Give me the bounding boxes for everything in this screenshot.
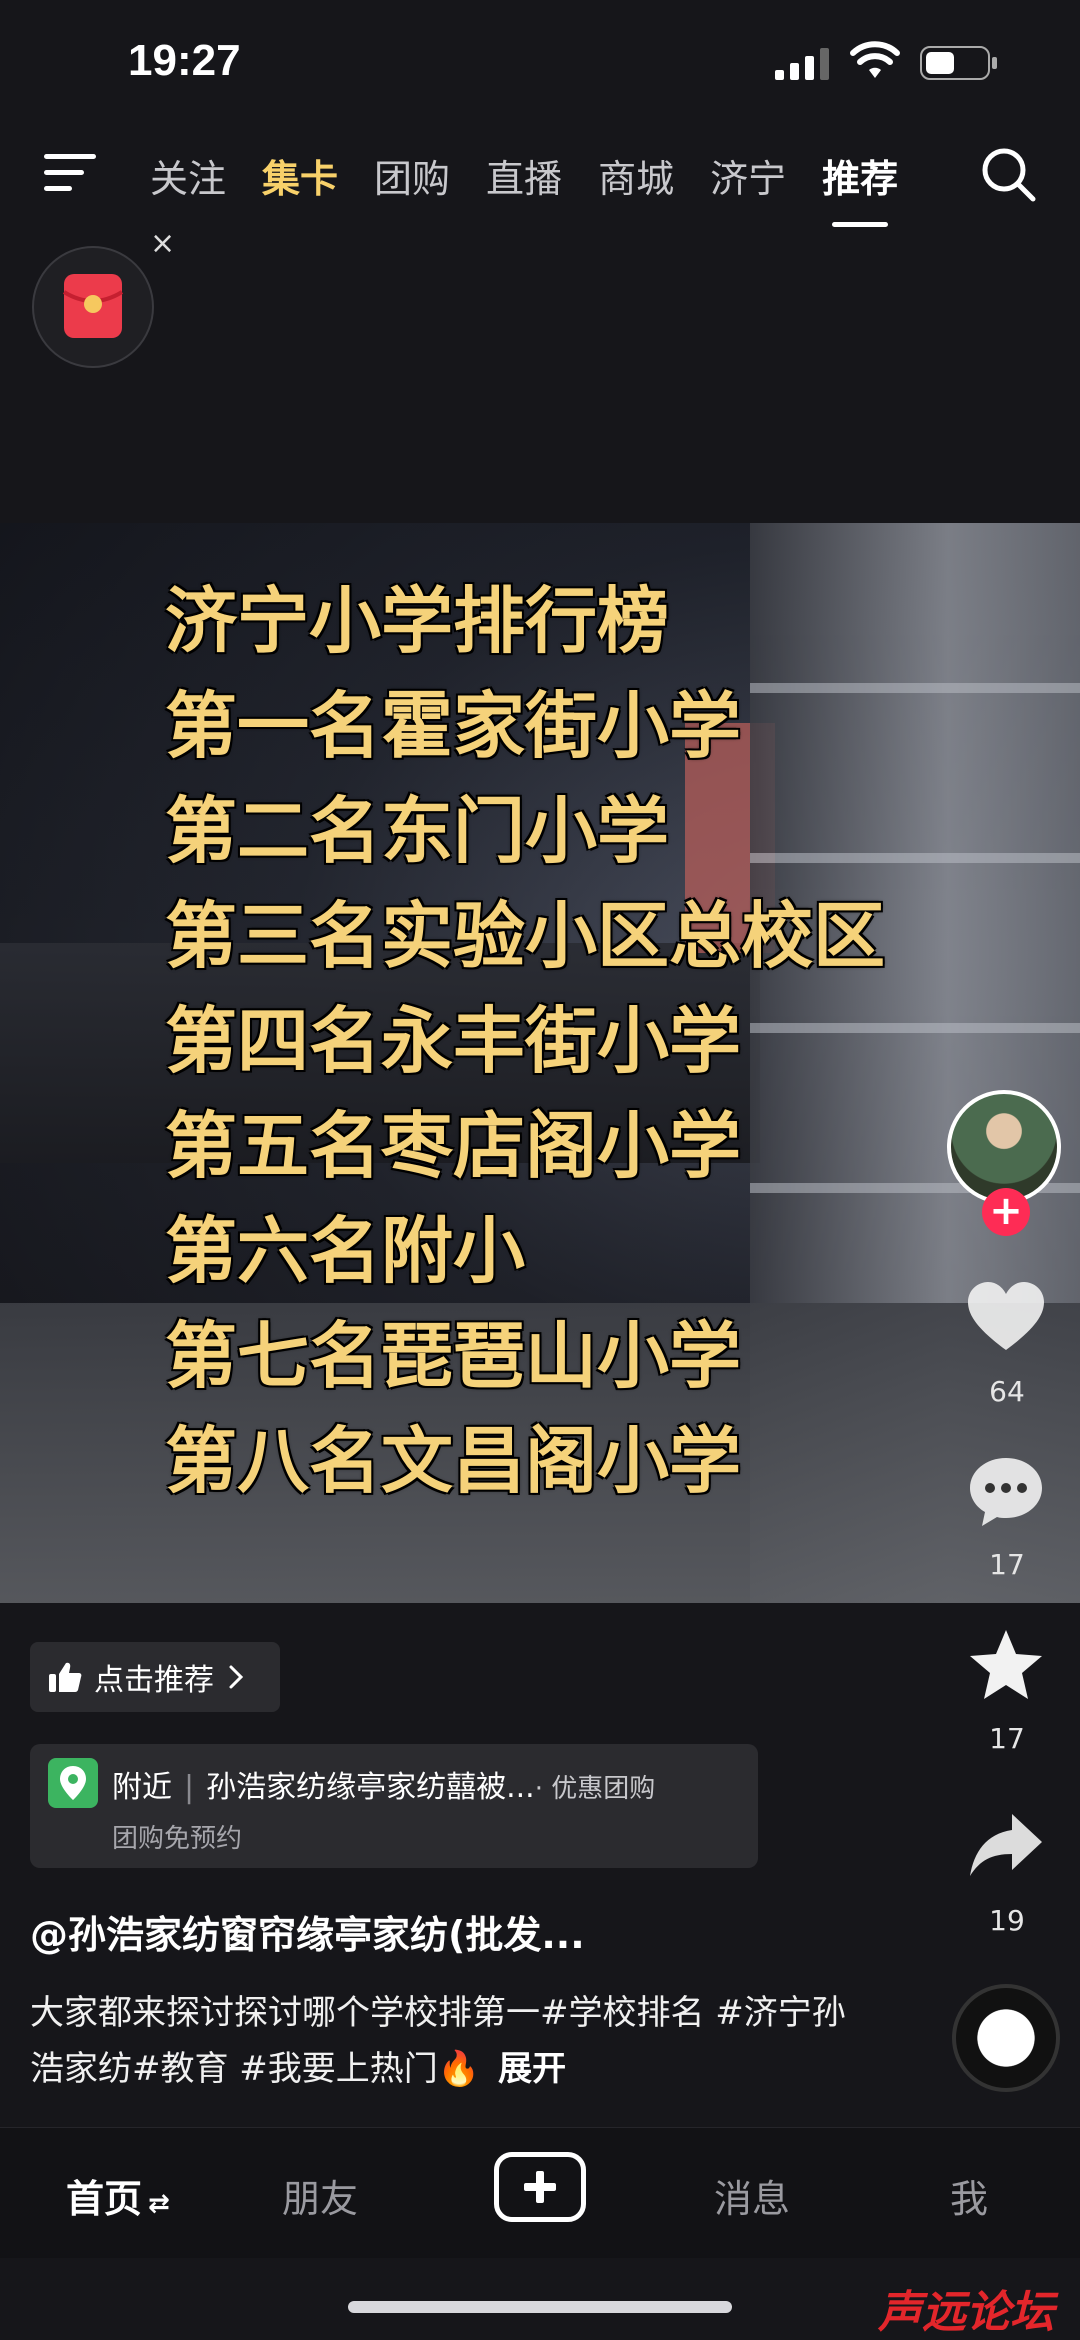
red-envelope-icon xyxy=(62,274,124,338)
location-card[interactable]: 附近 | 孙浩家纺缘亭家纺囍被...· 优惠团购 团购免预约 xyxy=(30,1744,758,1868)
location-subtext: 团购免预约 xyxy=(112,1824,243,1854)
status-time: 19:27 xyxy=(128,36,241,85)
ranking-line: 第二名东门小学 xyxy=(165,789,670,873)
share-icon[interactable] xyxy=(966,1806,1046,1886)
heart-icon[interactable] xyxy=(966,1278,1046,1358)
nav-home-label: 首页 xyxy=(66,2177,143,2221)
video-player[interactable]: 济宁小学排行榜 第一名霍家街小学 第二名东门小学 第三名实验小区总校区 第四名永… xyxy=(0,523,1080,1603)
cellular-signal-icon xyxy=(775,48,829,80)
close-icon[interactable]: × xyxy=(150,226,175,261)
recommend-label: 点击推荐 xyxy=(94,1663,214,1698)
wifi-icon xyxy=(850,41,900,78)
tab-live[interactable]: 直播 xyxy=(486,148,562,203)
ranking-line: 第三名实验小区总校区 xyxy=(165,894,886,978)
red-packet-widget[interactable] xyxy=(32,246,154,368)
tab-local-city[interactable]: 济宁 xyxy=(710,148,786,203)
nav-home[interactable]: 首页 ⇄ xyxy=(66,2168,170,2223)
ranking-caption: 济宁小学排行榜 第一名霍家街小学 第二名东门小学 第三名实验小区总校区 第四名永… xyxy=(165,569,885,1514)
tab-mall[interactable]: 商城 xyxy=(598,148,674,203)
comment-icon[interactable] xyxy=(966,1452,1046,1532)
tab-group-buy[interactable]: 团购 xyxy=(374,148,450,203)
ranking-line: 第一名霍家街小学 xyxy=(165,684,742,768)
location-divider: | xyxy=(184,1770,195,1805)
tab-recommend[interactable]: 推荐 xyxy=(822,148,898,227)
nav-messages[interactable]: 消息 xyxy=(714,2168,790,2223)
tab-following[interactable]: 关注 xyxy=(150,148,226,203)
create-button[interactable] xyxy=(494,2152,586,2222)
share-count: 19 xyxy=(989,1904,1025,1937)
bottom-nav-bar: 首页 ⇄ 朋友 消息 我 xyxy=(0,2127,1080,2258)
video-description: 大家都来探讨探讨哪个学校排第一#学校排名 #济宁孙浩家纺#教育 #我要上热门🔥 展… xyxy=(30,1985,860,2097)
search-icon[interactable] xyxy=(978,144,1038,204)
ranking-line: 第八名文昌阁小学 xyxy=(165,1419,742,1503)
nav-me[interactable]: 我 xyxy=(950,2168,988,2223)
comment-count: 17 xyxy=(989,1548,1025,1581)
like-count: 64 xyxy=(989,1375,1025,1408)
favorite-count: 17 xyxy=(989,1722,1025,1755)
tab-collect-cards[interactable]: 集卡 xyxy=(262,148,338,203)
location-name: 孙浩家纺缘亭家纺囍被... xyxy=(206,1770,535,1805)
ranking-line: 第六名附小 xyxy=(165,1209,526,1293)
location-tag: · 优惠团购 xyxy=(534,1774,656,1804)
ranking-title: 济宁小学排行榜 xyxy=(165,579,670,663)
location-line: 附近 | 孙浩家纺缘亭家纺囍被...· 优惠团购 xyxy=(112,1762,655,1806)
nav-friends[interactable]: 朋友 xyxy=(282,2168,358,2223)
ranking-line: 第四名永丰街小学 xyxy=(165,999,742,1083)
author-avatar[interactable] xyxy=(947,1090,1061,1204)
menu-icon[interactable] xyxy=(42,150,98,194)
thumbs-up-icon xyxy=(49,1662,82,1692)
star-icon[interactable] xyxy=(966,1626,1046,1706)
follow-button[interactable]: + xyxy=(982,1188,1030,1236)
location-pin-icon xyxy=(48,1758,98,1808)
home-indicator xyxy=(348,2301,732,2313)
plus-icon xyxy=(524,2171,556,2203)
swap-arrows-icon: ⇄ xyxy=(148,2189,170,2219)
watermark-logo: 声远论坛 xyxy=(878,2287,1054,2338)
music-disc[interactable] xyxy=(952,1984,1060,2092)
description-text: 大家都来探讨探讨哪个学校排第一#学校排名 #济宁孙浩家纺#教育 #我要上热门🔥 xyxy=(30,1993,846,2089)
chevron-right-icon xyxy=(229,1665,244,1689)
location-label: 附近 xyxy=(112,1770,172,1805)
author-name[interactable]: @孙浩家纺窗帘缘亭家纺(批发... xyxy=(30,1904,585,1959)
recommend-button[interactable]: 点击推荐 xyxy=(30,1642,280,1712)
top-tab-bar: 关注 集卡 团购 直播 商城 济宁 推荐 xyxy=(150,148,934,227)
ranking-line: 第五名枣店阁小学 xyxy=(165,1104,742,1188)
battery-icon xyxy=(920,46,997,80)
expand-link[interactable]: 展开 xyxy=(498,2049,566,2089)
ranking-line: 第七名琵琶山小学 xyxy=(165,1314,742,1398)
